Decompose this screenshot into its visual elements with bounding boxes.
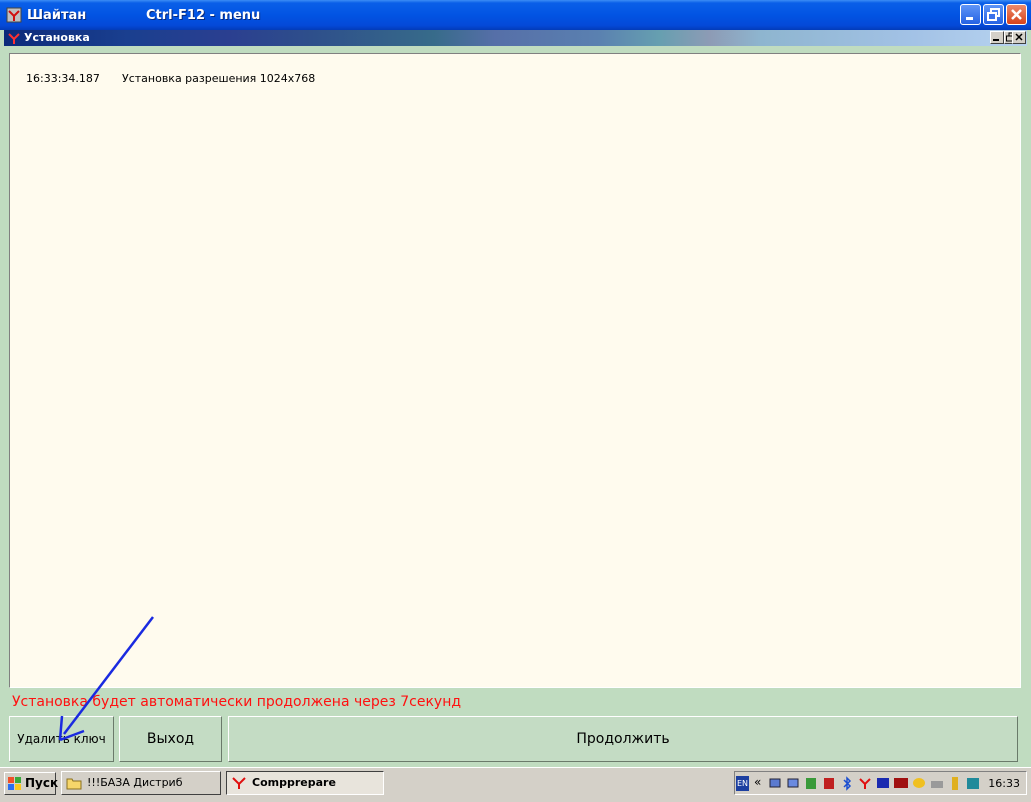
clock[interactable]: 16:33 [988, 777, 1020, 790]
app-icon [232, 777, 246, 789]
close-button[interactable] [1006, 4, 1027, 25]
database-icon[interactable] [912, 776, 926, 791]
restore-button[interactable] [983, 4, 1004, 25]
mdi-title-bar[interactable]: Установка [4, 30, 1027, 46]
folder-icon [66, 778, 82, 790]
exit-button[interactable]: Выход [119, 716, 222, 762]
display-icon[interactable] [876, 776, 890, 791]
minimize-button[interactable] [960, 4, 981, 25]
continue-button[interactable]: Продолжить [228, 716, 1018, 762]
security-icon[interactable] [822, 776, 836, 791]
close-icon [1015, 33, 1023, 41]
menu-hint: Ctrl-F12 - menu [146, 8, 261, 23]
close-icon [1011, 9, 1022, 20]
network-icon[interactable] [786, 776, 800, 791]
taskbar-item-folder[interactable]: !!!БАЗА Дистриб [61, 771, 221, 795]
app-icon [6, 7, 22, 23]
language-indicator[interactable]: EN [736, 776, 749, 791]
taskbar-item-label: Compprepare [252, 776, 336, 789]
taskbar: Пуск !!!БАЗА Дистриб Compprepare EN « 16… [0, 767, 1031, 802]
mdi-title: Установка [24, 31, 90, 44]
taskbar-item-label: !!!БАЗА Дистриб [87, 776, 183, 789]
delete-key-button[interactable]: Удалить ключ [9, 716, 114, 762]
taskbar-item-compprepare[interactable]: Compprepare [226, 771, 384, 795]
start-label: Пуск [25, 776, 59, 790]
bluetooth-icon[interactable] [840, 776, 854, 791]
window-title-bar[interactable]: Шайтан Ctrl-F12 - menu [0, 0, 1031, 30]
app-icon[interactable] [858, 776, 872, 791]
system-tray: EN « 16:33 [734, 771, 1027, 795]
mdi-minimize-button[interactable] [990, 31, 1004, 44]
power-icon[interactable] [948, 776, 962, 791]
printer-icon[interactable] [930, 776, 944, 791]
antivirus-icon[interactable] [804, 776, 818, 791]
minimize-icon [993, 39, 999, 41]
log-entry: 16:33:34.187 Установка разрешения 1024x76… [12, 59, 315, 98]
start-button[interactable]: Пуск [4, 772, 59, 795]
log-entry-time: 16:33:34.187 [26, 72, 100, 85]
network-icon[interactable] [768, 776, 782, 791]
window-title: Шайтан [27, 8, 87, 23]
countdown-status: Установка будет автоматически продолжена… [12, 694, 462, 710]
monitor-icon[interactable] [966, 776, 980, 791]
minimize-icon [966, 17, 973, 20]
log-panel[interactable]: 16:33:34.187 Установка разрешения 1024x76… [9, 53, 1021, 688]
mdi-close-button[interactable] [1012, 31, 1026, 44]
windows-logo-icon [8, 777, 21, 790]
bold-icon[interactable] [894, 776, 908, 791]
log-entry-message: Установка разрешения 1024x768 [122, 72, 316, 85]
restore-icon [987, 8, 1000, 21]
tray-expand-icon[interactable]: « [754, 775, 761, 789]
setup-icon [8, 33, 20, 44]
